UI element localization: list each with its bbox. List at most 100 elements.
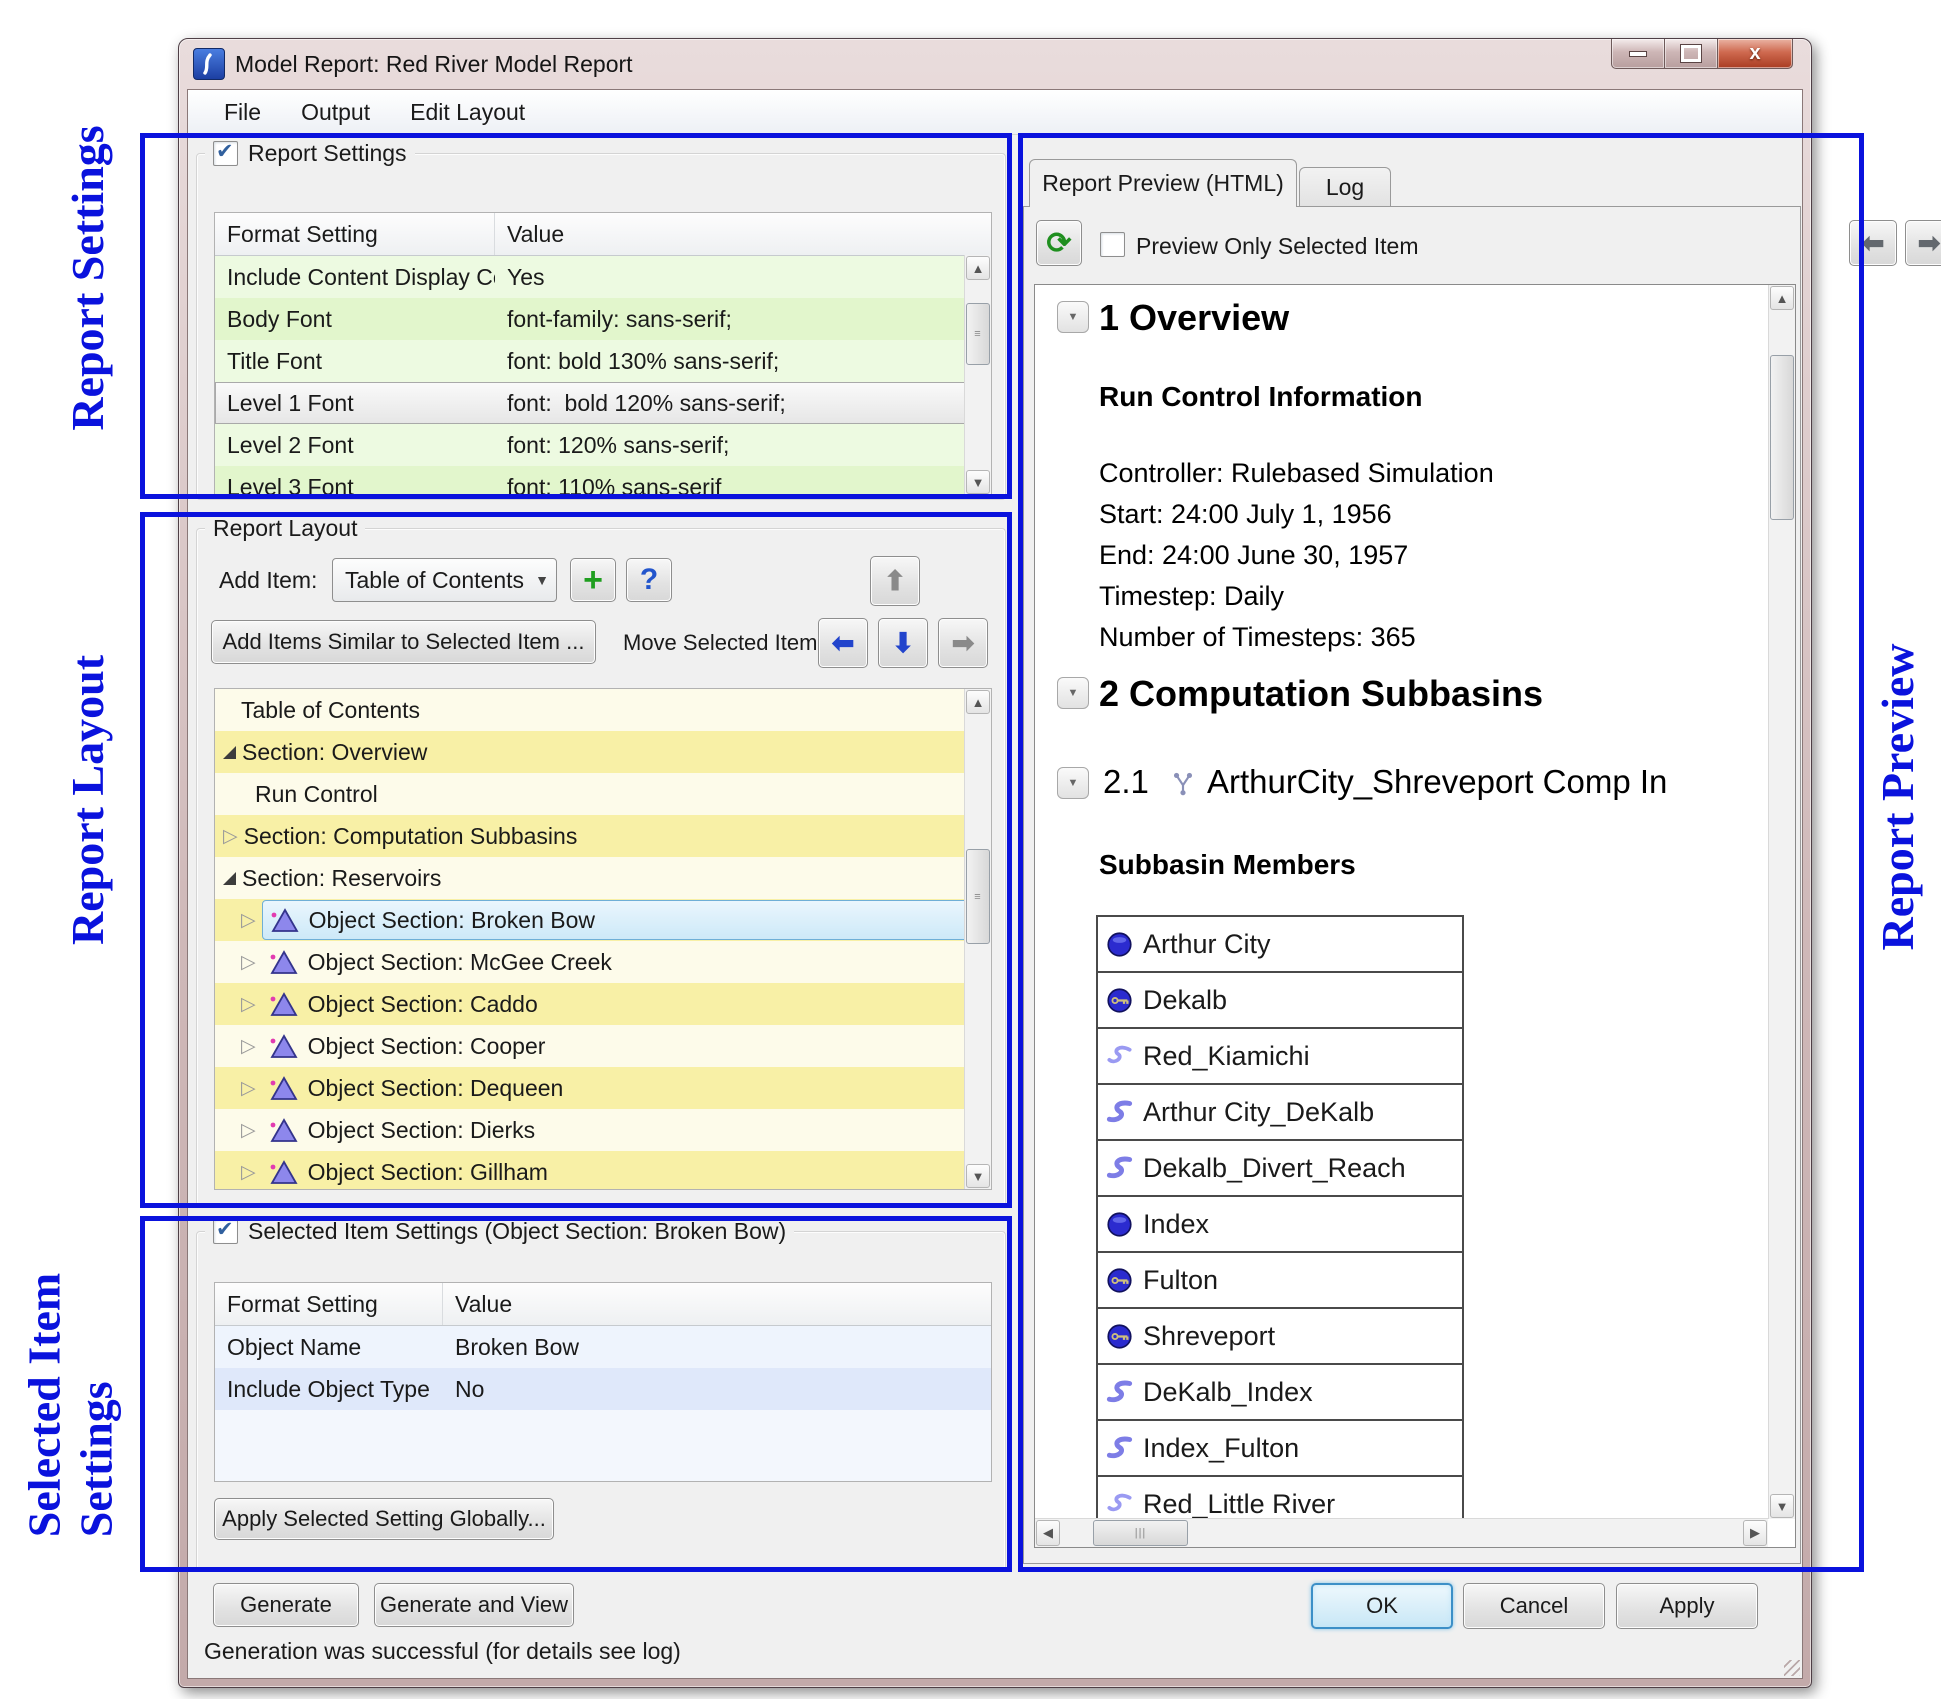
collapse-overview-button[interactable]: ▼ xyxy=(1057,301,1089,333)
control-point-icon xyxy=(1106,1211,1133,1238)
tree-item-section-computation-subbasins[interactable]: ▷Section: Computation Subbasins xyxy=(215,815,991,857)
rs-row-2[interactable]: Title Fontfont: bold 130% sans-serif; xyxy=(215,340,991,382)
tree-item-object-section-gillham[interactable]: ▷Object Section: Gillham xyxy=(215,1151,991,1190)
rs-cell-value: font: bold 120% sans-serif; xyxy=(495,382,991,424)
preview-back-button[interactable]: ⬅ xyxy=(1849,220,1897,266)
preview-h1-overview: 1 Overview xyxy=(1099,297,1289,339)
preview-run-control-heading: Run Control Information xyxy=(1099,381,1423,413)
preview-scroll-right-icon[interactable]: ▶ xyxy=(1743,1520,1767,1546)
tab-log[interactable]: Log xyxy=(1299,167,1391,207)
move-left-button[interactable]: ⬅ xyxy=(818,618,868,668)
ok-button[interactable]: OK xyxy=(1311,1583,1453,1629)
tree-scroll-down-icon[interactable]: ▼ xyxy=(966,1164,990,1188)
sis-row-0[interactable]: Object NameBroken Bow xyxy=(215,1326,991,1368)
menu-item-output[interactable]: Output xyxy=(281,91,390,133)
expander-closed-icon[interactable]: ▷ xyxy=(241,953,256,972)
rs-cell-value: font: 110% sans-serif xyxy=(495,466,991,496)
cancel-button[interactable]: Cancel xyxy=(1463,1583,1605,1629)
rs-scroll-down-icon[interactable]: ▼ xyxy=(966,470,990,494)
tree-item-object-section-caddo[interactable]: ▷Object Section: Caddo xyxy=(215,983,991,1025)
move-up-button[interactable]: ⬆ xyxy=(870,556,920,606)
expander-closed-icon[interactable]: ▷ xyxy=(241,911,256,930)
tree-item-object-section-mcgee-creek[interactable]: ▷Object Section: McGee Creek xyxy=(215,941,991,983)
preview-vscroll-thumb[interactable] xyxy=(1770,355,1794,520)
rs-col-format-setting[interactable]: Format Setting xyxy=(215,213,495,255)
expander-closed-icon[interactable]: ▷ xyxy=(223,827,238,846)
menu-item-file[interactable]: File xyxy=(204,91,281,133)
rs-row-1[interactable]: Body Fontfont-family: sans-serif; xyxy=(215,298,991,340)
report-layout-group-label: Report Layout xyxy=(213,515,357,542)
rs-scroll-thumb[interactable]: ≡ xyxy=(966,303,990,365)
selected-item-settings-checkbox[interactable] xyxy=(213,1219,238,1244)
tree-scrollbar[interactable]: ▲ ≡ ▼ xyxy=(964,689,991,1189)
preview-hscroll-thumb[interactable]: ||| xyxy=(1093,1520,1188,1546)
report-settings-group: Report Settings Format Setting Value Inc… xyxy=(196,153,1006,500)
report-settings-group-label: Report Settings xyxy=(248,140,407,167)
minimize-button[interactable] xyxy=(1611,39,1665,69)
expander-closed-icon[interactable]: ▷ xyxy=(241,1163,256,1182)
report-layout-tree: Table of ContentsSection: OverviewRun Co… xyxy=(214,688,992,1190)
tree-scroll-thumb[interactable]: ≡ xyxy=(966,849,990,944)
expander-open-icon[interactable] xyxy=(223,872,236,885)
expander-closed-icon[interactable]: ▷ xyxy=(241,1037,256,1056)
rs-cell-value: font-family: sans-serif; xyxy=(495,298,991,340)
tree-item-run-control[interactable]: Run Control xyxy=(215,773,991,815)
tree-item-section-overview[interactable]: Section: Overview xyxy=(215,731,991,773)
tab-report-preview[interactable]: Report Preview (HTML) xyxy=(1029,159,1297,207)
refresh-button[interactable]: ⟳ xyxy=(1036,220,1082,266)
generate-button[interactable]: Generate xyxy=(213,1583,359,1627)
member-name: Index_Fulton xyxy=(1143,1433,1299,1464)
preview-forward-button[interactable]: ➡ xyxy=(1905,220,1941,266)
run-control-line: End: 24:00 June 30, 1957 xyxy=(1099,535,1494,576)
add-item-label: Add Item: xyxy=(219,567,317,594)
tree-item-object-section-cooper[interactable]: ▷Object Section: Cooper xyxy=(215,1025,991,1067)
preview-scroll-left-icon[interactable]: ◀ xyxy=(1036,1520,1060,1546)
apply-globally-button[interactable]: Apply Selected Setting Globally... xyxy=(214,1498,554,1540)
rs-row-5[interactable]: Level 3 Fontfont: 110% sans-serif xyxy=(215,466,991,496)
back-arrow-icon: ⬅ xyxy=(1862,228,1885,259)
close-button[interactable]: x xyxy=(1718,39,1793,69)
move-right-button[interactable]: ➡ xyxy=(938,618,988,668)
tree-item-section-reservoirs[interactable]: Section: Reservoirs xyxy=(215,857,991,899)
rs-row-4[interactable]: Level 2 Fontfont: 120% sans-serif; xyxy=(215,424,991,466)
preview-vscrollbar[interactable]: ▲ ▼ xyxy=(1768,285,1795,1519)
rs-row-3[interactable]: Level 1 Fontfont: bold 120% sans-serif; xyxy=(215,382,991,424)
expander-open-icon[interactable] xyxy=(223,746,236,759)
sis-cell-value: No xyxy=(443,1368,991,1410)
report-preview-pane[interactable]: ▼ 1 Overview Run Control Information Con… xyxy=(1034,284,1796,1548)
tree-item-table-of-contents[interactable]: Table of Contents xyxy=(215,689,991,731)
add-item-dropdown[interactable]: Table of Contents ▼ xyxy=(332,558,557,602)
add-item-button[interactable]: + xyxy=(570,558,616,602)
move-down-button[interactable]: ⬇ xyxy=(878,618,928,668)
sis-row-1[interactable]: Include Object TypeNo xyxy=(215,1368,991,1410)
maximize-button[interactable] xyxy=(1665,39,1718,69)
menu-item-edit-layout[interactable]: Edit Layout xyxy=(390,91,545,133)
help-button[interactable]: ? xyxy=(626,558,672,602)
preview-hscrollbar[interactable]: ◀ ||| ▶ xyxy=(1035,1518,1768,1547)
preview-scroll-up-icon[interactable]: ▲ xyxy=(1770,286,1794,310)
resize-grip[interactable] xyxy=(1784,1660,1800,1676)
expander-closed-icon[interactable]: ▷ xyxy=(241,1121,256,1140)
tree-scroll-up-icon[interactable]: ▲ xyxy=(966,690,990,714)
expander-closed-icon[interactable]: ▷ xyxy=(241,995,256,1014)
title-bar[interactable]: Model Report: Red River Model Report x xyxy=(179,39,1811,89)
tree-item-object-section-dequeen[interactable]: ▷Object Section: Dequeen xyxy=(215,1067,991,1109)
tree-item-object-section-broken-bow[interactable]: ▷ Object Section: Broken Bow xyxy=(215,899,991,941)
add-similar-button[interactable]: Add Items Similar to Selected Item ... xyxy=(211,620,596,664)
expander-closed-icon[interactable]: ▷ xyxy=(241,1079,256,1098)
rs-row-0[interactable]: Include Content Display ControlsYes xyxy=(215,256,991,298)
preview-scroll-down-icon[interactable]: ▼ xyxy=(1770,1494,1794,1518)
collapse-section21-button[interactable]: ▼ xyxy=(1057,767,1089,799)
generate-and-view-button[interactable]: Generate and View xyxy=(374,1583,574,1627)
collapse-subbasins-button[interactable]: ▼ xyxy=(1057,677,1089,709)
preview-only-checkbox[interactable] xyxy=(1100,232,1125,257)
apply-button[interactable]: Apply xyxy=(1616,1583,1758,1629)
rs-table-scrollbar[interactable]: ▲ ≡ ▼ xyxy=(964,255,991,495)
sis-col-value[interactable]: Value xyxy=(443,1283,991,1325)
rs-col-value[interactable]: Value xyxy=(495,213,991,255)
tree-selection-active: Object Section: Broken Bow xyxy=(262,900,983,940)
tree-item-object-section-dierks[interactable]: ▷Object Section: Dierks xyxy=(215,1109,991,1151)
report-settings-checkbox[interactable] xyxy=(213,141,238,166)
sis-col-format-setting[interactable]: Format Setting xyxy=(215,1283,443,1325)
rs-scroll-up-icon[interactable]: ▲ xyxy=(966,256,990,280)
